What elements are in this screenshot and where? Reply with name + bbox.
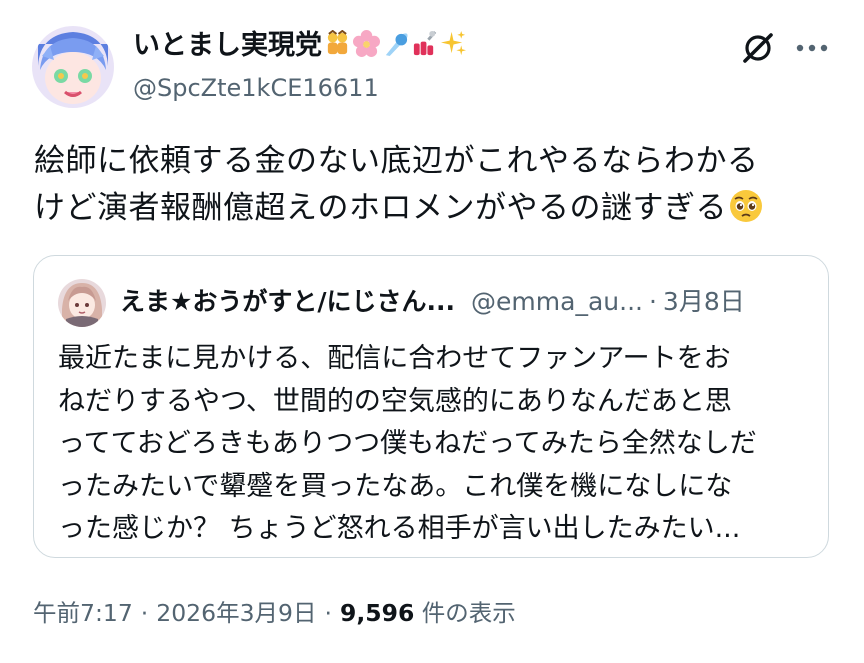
quoted-author-handle[interactable]: @emma_au... bbox=[471, 287, 643, 316]
quoted-line: ってておどろきもありつつ僕もねだってみたら全然なしだ bbox=[58, 428, 757, 459]
meta-separator: · bbox=[324, 599, 332, 627]
quoted-line: った感じか？ ちょうど怒れる相手が言い出したみたい... bbox=[58, 513, 741, 544]
cherry-blossom-icon bbox=[351, 30, 380, 61]
more-options-icon[interactable] bbox=[790, 28, 834, 68]
quoted-author-name[interactable]: えま★おうがすと/にじさん... bbox=[120, 287, 455, 316]
quoted-tweet-card[interactable]: えま★おうがすと/にじさん... @emma_au... · 3月8日 最近たまに見か… bbox=[33, 255, 829, 558]
tweet-line-text: けど演者報酬億超えのホロメンがやるの謎すぎる bbox=[34, 190, 727, 226]
tweet-line: 絵師に依頼する金のない底辺がこれやるならわかる bbox=[34, 143, 759, 179]
tweet-line: けど演者報酬億超えのホロメンがやるの謎すぎる bbox=[34, 185, 834, 232]
author-display-name[interactable]: いとまし実現党 bbox=[133, 28, 467, 64]
tweet-date[interactable]: 2026年3月9日 bbox=[156, 599, 316, 627]
meta-separator: · bbox=[140, 599, 149, 627]
twins-icon bbox=[322, 30, 351, 61]
tweet-text: 絵師に依頼する金のない底辺がこれやるならわかる けど演者報酬億超えのホロメンがや… bbox=[34, 138, 834, 232]
grok-icon[interactable] bbox=[738, 28, 778, 68]
tweet-meta: 午前7:17 · 2026年3月9日 · 9,596 件の表示 bbox=[33, 596, 516, 630]
nail-polish-icon bbox=[409, 30, 438, 61]
views-count[interactable]: 9,596 bbox=[340, 599, 414, 627]
quoted-line: ったみたいで顰蹙を買ったなあ。これ僕を機になしにな bbox=[58, 470, 733, 502]
author-name-text: いとまし実現党 bbox=[133, 30, 322, 61]
quoted-separator: · bbox=[648, 287, 657, 316]
sparkles-icon bbox=[438, 30, 467, 61]
quoted-tweet-header: えま★おうがすと/にじさん... @emma_au... · 3月8日 bbox=[120, 282, 745, 322]
author-avatar[interactable] bbox=[32, 26, 114, 108]
quoted-date[interactable]: 3月8日 bbox=[663, 287, 745, 316]
author-handle[interactable]: @SpcZte1kCE16611 bbox=[133, 72, 379, 104]
views-label: 件の表示 bbox=[421, 599, 516, 627]
tweet-time[interactable]: 午前7:17 bbox=[33, 599, 133, 627]
comet-icon bbox=[380, 30, 409, 61]
quoted-author-avatar[interactable] bbox=[58, 279, 106, 327]
pleading-face-icon bbox=[727, 190, 763, 226]
quoted-tweet-text: 最近たまに見かける、配信に合わせてファンアートをお ねだりするやつ、世間的の空気… bbox=[58, 338, 818, 551]
quoted-line: ねだりするやつ、世間的の空気感的にありなんだあと思 bbox=[58, 385, 732, 417]
quoted-line: 最近たまに見かける、配信に合わせてファンアートをお bbox=[58, 343, 731, 374]
